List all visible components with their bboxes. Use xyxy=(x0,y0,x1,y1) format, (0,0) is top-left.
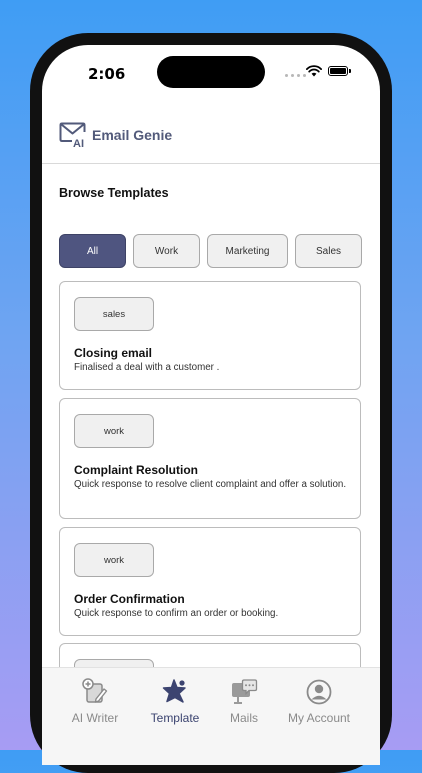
template-title: Closing email xyxy=(74,346,153,360)
filter-work[interactable]: Work xyxy=(133,234,200,268)
filter-marketing[interactable]: Marketing xyxy=(207,234,288,268)
battery-icon xyxy=(328,66,351,76)
filter-sales[interactable]: Sales xyxy=(295,234,362,268)
star-icon xyxy=(162,679,186,703)
wifi-icon xyxy=(306,65,322,77)
app-screen: 2:06 AI Email Genie Browse Templates All… xyxy=(42,45,380,765)
logo-text: AI xyxy=(73,138,84,149)
status-time: 2:06 xyxy=(88,65,126,83)
template-tag: work xyxy=(74,543,154,577)
tab-ai-writer[interactable]: AI Writer xyxy=(53,678,137,725)
template-description: Quick response to confirm an order or bo… xyxy=(74,608,279,619)
user-icon xyxy=(306,679,332,705)
template-description: Quick response to resolve client complai… xyxy=(74,479,347,490)
tab-mails[interactable]: Mails xyxy=(202,678,286,725)
tab-my-account[interactable]: My Account xyxy=(277,678,361,725)
template-tag: sales xyxy=(74,297,154,331)
template-card-order-confirmation[interactable]: work Order Confirmation Quick response t… xyxy=(59,527,361,636)
tab-label: AI Writer xyxy=(71,711,119,725)
bottom-tab-bar: AI Writer Template Mails My Account xyxy=(42,667,380,765)
tab-label: Mails xyxy=(229,711,258,725)
template-tag: work xyxy=(74,414,154,448)
signal-dots-icon xyxy=(285,74,306,77)
template-title: Order Confirmation xyxy=(74,592,185,606)
template-card-closing-email[interactable]: sales Closing email Finalised a deal wit… xyxy=(59,281,361,390)
template-title: Complaint Resolution xyxy=(74,463,198,477)
dynamic-island xyxy=(157,56,265,88)
filter-all[interactable]: All xyxy=(59,234,126,268)
email-genie-logo-icon: AI xyxy=(59,122,86,149)
tab-label: My Account xyxy=(287,711,351,725)
app-title: Email Genie xyxy=(92,127,173,143)
app-header: AI Email Genie xyxy=(42,115,380,164)
browse-templates-title: Browse Templates xyxy=(59,186,169,200)
template-card-complaint-resolution[interactable]: work Complaint Resolution Quick response… xyxy=(59,398,361,519)
ai-writer-icon xyxy=(82,678,108,703)
template-filter-bar: All Work Marketing Sales xyxy=(59,234,362,268)
template-description: Finalised a deal with a customer . xyxy=(74,362,220,373)
mail-chat-icon xyxy=(232,679,258,704)
